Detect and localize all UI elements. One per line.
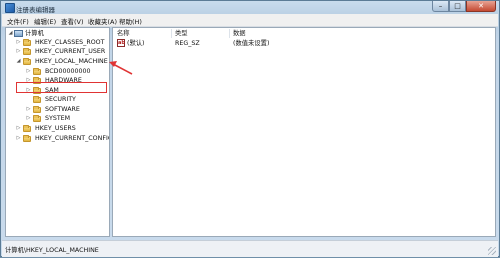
tree-label: HKEY_USERS — [35, 125, 76, 132]
minimize-button[interactable]: – — [432, 1, 449, 12]
menu-bar: 文件(F) 编辑(E) 查看(V) 收藏夹(A) 帮助(H) — [2, 14, 498, 27]
minimize-icon: – — [438, 2, 443, 10]
tree-label: HKEY_CURRENT_CONFIG — [35, 135, 110, 142]
tree-label: BCD00000000 — [45, 68, 91, 75]
folder-icon — [33, 96, 41, 103]
folder-icon — [23, 125, 31, 132]
value-type: REG_SZ — [175, 40, 200, 47]
folder-icon — [23, 48, 31, 55]
tree-label: HKEY_CLASSES_ROOT — [35, 39, 105, 46]
expand-arrow-icon[interactable]: ▷ — [16, 47, 21, 56]
menu-view[interactable]: 查看(V) — [61, 16, 84, 26]
resize-grip-icon[interactable] — [488, 247, 496, 255]
title-bar[interactable]: 注册表编辑器 – □ ✕ — [1, 1, 499, 14]
folder-icon — [23, 39, 31, 46]
tree-label: SECURITY — [45, 96, 76, 103]
expand-arrow-icon[interactable]: ▷ — [16, 124, 21, 133]
status-bar: 计算机\HKEY_LOCAL_MACHINE — [2, 240, 498, 257]
menu-favorites[interactable]: 收藏夹(A) — [88, 16, 117, 26]
column-divider[interactable] — [229, 29, 230, 38]
expand-arrow-icon[interactable] — [26, 95, 31, 104]
menu-edit[interactable]: 编辑(E) — [34, 16, 56, 26]
tree-label: HKEY_CURRENT_USER — [35, 48, 106, 55]
selection-highlight-box — [16, 82, 107, 93]
caption-buttons: – □ ✕ — [432, 1, 496, 13]
column-header-name[interactable]: 名称 — [117, 29, 130, 38]
tree-label: SOFTWARE — [45, 106, 80, 113]
column-header-type[interactable]: 类型 — [175, 29, 188, 38]
regedit-app-icon — [5, 3, 15, 13]
column-header-data[interactable]: 数据 — [233, 29, 246, 38]
collapse-arrow-icon[interactable]: ◢ — [8, 29, 13, 38]
column-divider[interactable] — [171, 29, 172, 38]
registry-tree-pane[interactable]: ◢ 计算机 ▷ HKEY_CLASSES_ROOT ▷ HKEY_CURRENT… — [5, 27, 110, 237]
maximize-button[interactable]: □ — [449, 1, 466, 12]
folder-icon — [33, 68, 41, 75]
expand-arrow-icon[interactable]: ▷ — [16, 134, 21, 143]
maximize-icon: □ — [454, 2, 461, 10]
expand-arrow-icon[interactable]: ▷ — [16, 38, 21, 47]
folder-icon — [33, 115, 41, 122]
close-button[interactable]: ✕ — [466, 1, 496, 12]
value-name: (默认) — [127, 40, 145, 47]
registry-values-pane[interactable]: 名称 类型 数据 ab (默认) REG_SZ (数值未设置) — [112, 27, 496, 237]
expand-arrow-icon[interactable]: ▷ — [26, 114, 31, 123]
collapse-arrow-icon[interactable]: ◢ — [16, 57, 21, 66]
close-icon: ✕ — [478, 2, 484, 10]
folder-icon — [33, 106, 41, 113]
string-value-icon: ab — [117, 39, 125, 47]
expand-arrow-icon[interactable]: ▷ — [26, 67, 31, 76]
status-path: 计算机\HKEY_LOCAL_MACHINE — [5, 247, 99, 254]
tree-label: HKEY_LOCAL_MACHINE — [35, 58, 108, 65]
window-title: 注册表编辑器 — [16, 6, 55, 14]
computer-icon — [14, 30, 23, 37]
menu-file[interactable]: 文件(F) — [7, 16, 29, 26]
regedit-window: 注册表编辑器 – □ ✕ 文件(F) 编辑(E) 查看(V) 收藏夹(A) 帮助… — [0, 0, 500, 257]
folder-icon — [23, 135, 31, 142]
tree-label: 计算机 — [25, 30, 44, 37]
folder-open-icon — [23, 58, 31, 65]
value-data: (数值未设置) — [233, 40, 270, 47]
expand-arrow-icon[interactable]: ▷ — [26, 105, 31, 114]
menu-help[interactable]: 帮助(H) — [119, 16, 142, 26]
tree-label: SYSTEM — [45, 115, 71, 122]
